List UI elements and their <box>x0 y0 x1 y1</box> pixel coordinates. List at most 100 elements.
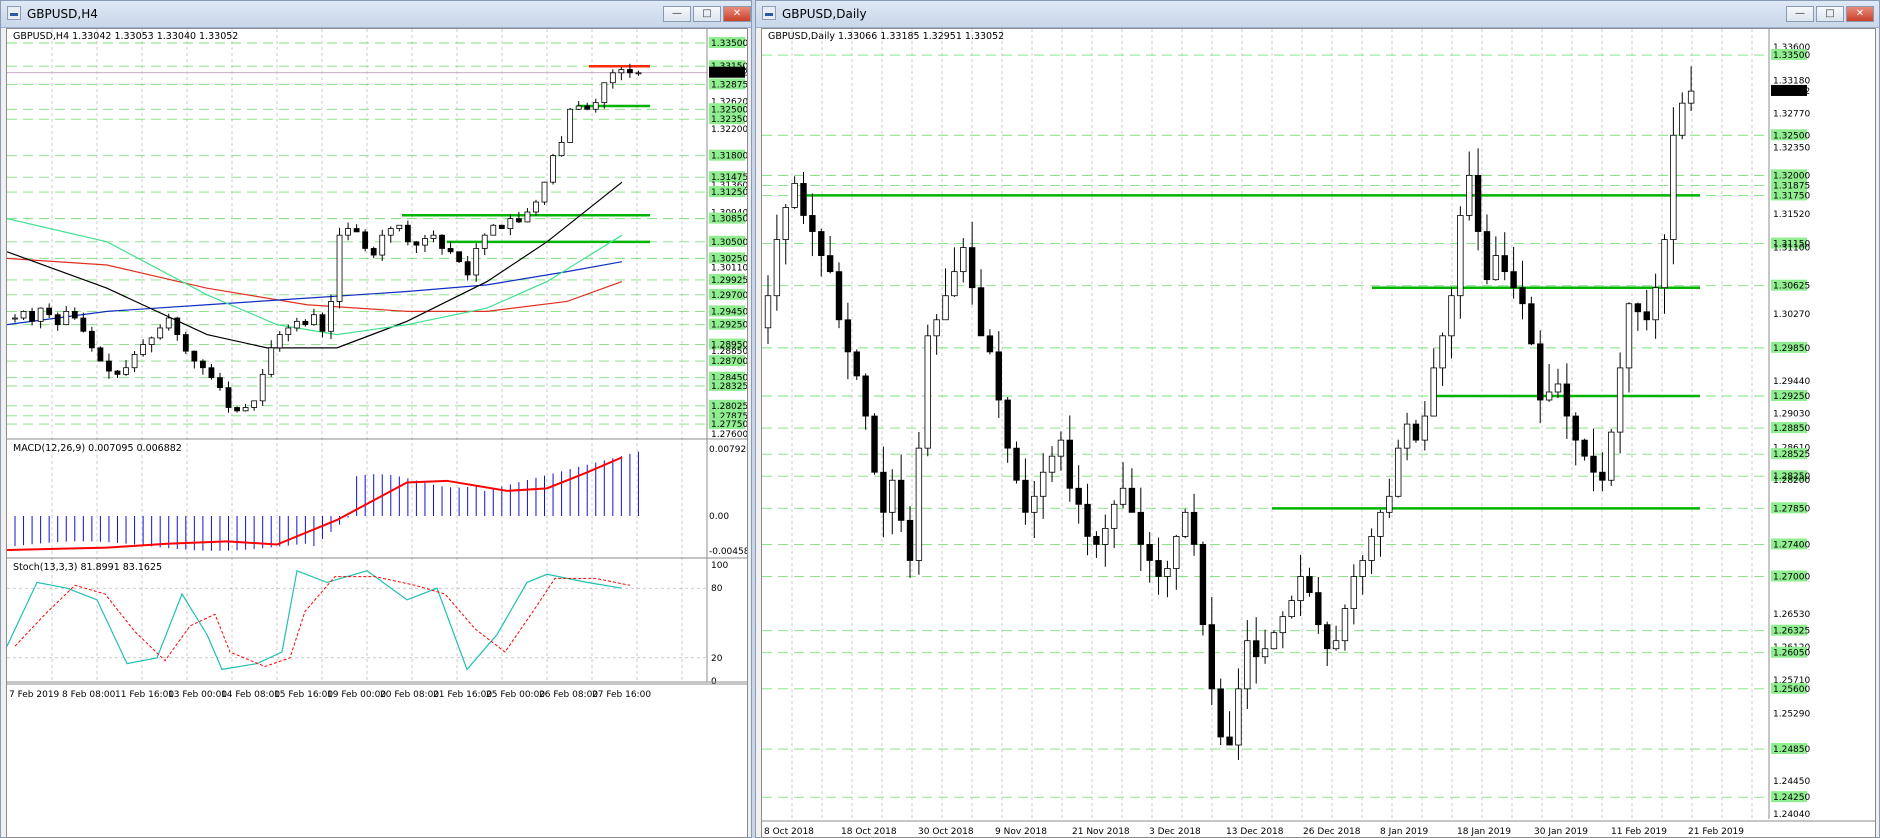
candle <box>1359 560 1366 577</box>
candle <box>473 248 480 276</box>
candle <box>1581 439 1588 457</box>
candle <box>933 319 940 337</box>
stoch-main-line <box>7 569 623 671</box>
candle <box>1643 311 1650 321</box>
candle <box>1217 688 1224 738</box>
maximize-button[interactable]: □ <box>693 6 721 22</box>
time-label: 26 Feb 08:00 <box>539 690 598 700</box>
price-label: 1.32875 <box>711 80 747 90</box>
price-label: 1.31520 <box>1773 210 1810 220</box>
price-label: 1.32350 <box>1773 143 1810 153</box>
time-label: 3 Dec 2018 <box>1149 827 1201 837</box>
maximize-button[interactable]: □ <box>1816 6 1844 22</box>
price-label: 1.30850 <box>711 215 747 225</box>
time-label: 21 Feb 16:00 <box>433 690 492 700</box>
minimize-button[interactable]: — <box>1786 6 1814 22</box>
candle <box>1474 174 1482 232</box>
right-window-titlebar[interactable]: GBPUSD,Daily — □ ✕ <box>756 1 1879 28</box>
candle <box>328 301 334 332</box>
candle <box>1110 503 1118 529</box>
candle <box>1412 423 1420 441</box>
candle <box>618 69 625 74</box>
candle <box>1386 495 1393 513</box>
candle <box>302 320 309 326</box>
candle <box>1181 511 1189 537</box>
candle <box>1270 632 1278 650</box>
time-label: 14 Feb 08:00 <box>221 690 280 700</box>
daily-chart-canvas[interactable]: GBPUSD,Daily 1.33066 1.33185 1.32951 1.3… <box>762 29 1875 837</box>
candle <box>791 182 798 208</box>
price-label: 1.32500 <box>1773 131 1810 141</box>
price-label: 1.24250 <box>1773 793 1810 803</box>
candle <box>1146 544 1153 561</box>
candle <box>986 335 994 353</box>
candle <box>1093 536 1100 545</box>
candle <box>387 228 394 236</box>
candle <box>968 247 976 289</box>
candle <box>1048 455 1056 473</box>
candle <box>1199 544 1207 626</box>
candle <box>1039 471 1047 497</box>
candle <box>63 310 70 326</box>
candle <box>1350 576 1358 610</box>
close-button[interactable]: ✕ <box>1846 6 1874 22</box>
candle <box>1457 215 1464 297</box>
right-chart-area[interactable]: GBPUSD,Daily 1.33066 1.33185 1.32951 1.3… <box>761 28 1876 838</box>
right-chart-window[interactable]: GBPUSD,Daily — □ ✕ GBPUSD,Daily 1.33066 … <box>755 0 1880 838</box>
candle <box>319 314 326 332</box>
candle <box>897 479 905 521</box>
left-chart-window[interactable]: GBPUSD,H4 — □ ✕ 0.007926 0.00 -0.004584 10… <box>0 0 752 838</box>
price-label: 1.29440 <box>1773 377 1810 387</box>
candle <box>46 307 53 316</box>
candle <box>157 327 164 339</box>
stoch-label: Stoch(13,3,3) 81.8991 83.1625 <box>13 562 162 573</box>
price-label: 1.27000 <box>1773 573 1810 583</box>
candle <box>977 287 985 337</box>
time-label: 18 Oct 2018 <box>841 827 897 837</box>
candle <box>507 218 514 229</box>
price-label: 1.29250 <box>711 321 747 331</box>
left-window-titlebar[interactable]: GBPUSD,H4 — □ ✕ <box>1 1 751 28</box>
candle <box>1057 439 1065 457</box>
h4-price-axis: 1.335001.331501.330521.328751.326201.325… <box>709 37 747 440</box>
candle <box>558 142 565 157</box>
candle <box>853 351 860 377</box>
candle <box>1341 608 1349 642</box>
candle <box>114 370 121 375</box>
candle <box>1448 295 1455 337</box>
candle <box>413 241 420 246</box>
candle <box>592 102 599 110</box>
candle <box>1466 174 1473 216</box>
candle <box>1421 415 1429 441</box>
time-label: 20 Feb 08:00 <box>380 690 439 700</box>
candle <box>575 105 582 110</box>
h4-chart-canvas[interactable]: 0.0079260.00-0.004584 10080200 GBPUSD,H4… <box>7 29 747 837</box>
candle <box>1599 471 1606 481</box>
candle <box>20 310 27 319</box>
h4-time-axis: 7 Feb 2019 8 Feb 08:00 11 Feb 16:0013 Feb … <box>7 683 747 700</box>
price-label: 1.29250 <box>1773 392 1810 402</box>
candle <box>1288 600 1295 618</box>
price-label: 1.33500 <box>1773 51 1810 61</box>
candle <box>1119 487 1127 505</box>
candle <box>1013 447 1020 481</box>
price-label: 1.28325 <box>711 382 747 392</box>
candle <box>1679 102 1686 136</box>
close-button[interactable]: ✕ <box>723 6 751 22</box>
price-label: 1.27400 <box>1773 540 1810 550</box>
macd-axis-label: -0.004584 <box>709 547 747 557</box>
candle <box>1235 688 1242 746</box>
candle <box>1563 383 1571 417</box>
candle <box>370 248 377 256</box>
candle <box>362 231 369 249</box>
chart-window-icon <box>7 6 21 20</box>
price-label: 1.25600 <box>1773 685 1810 695</box>
candle <box>550 155 556 183</box>
candle <box>1439 335 1446 369</box>
left-chart-area[interactable]: 0.0079260.00-0.004584 10080200 GBPUSD,H4… <box>6 28 748 838</box>
time-label: 27 Feb 16:00 <box>592 690 651 700</box>
price-label: 1.28525 <box>1773 450 1810 460</box>
minimize-button[interactable]: — <box>663 6 691 22</box>
price-label: 1.24450 <box>1773 777 1810 787</box>
candle <box>182 334 189 352</box>
